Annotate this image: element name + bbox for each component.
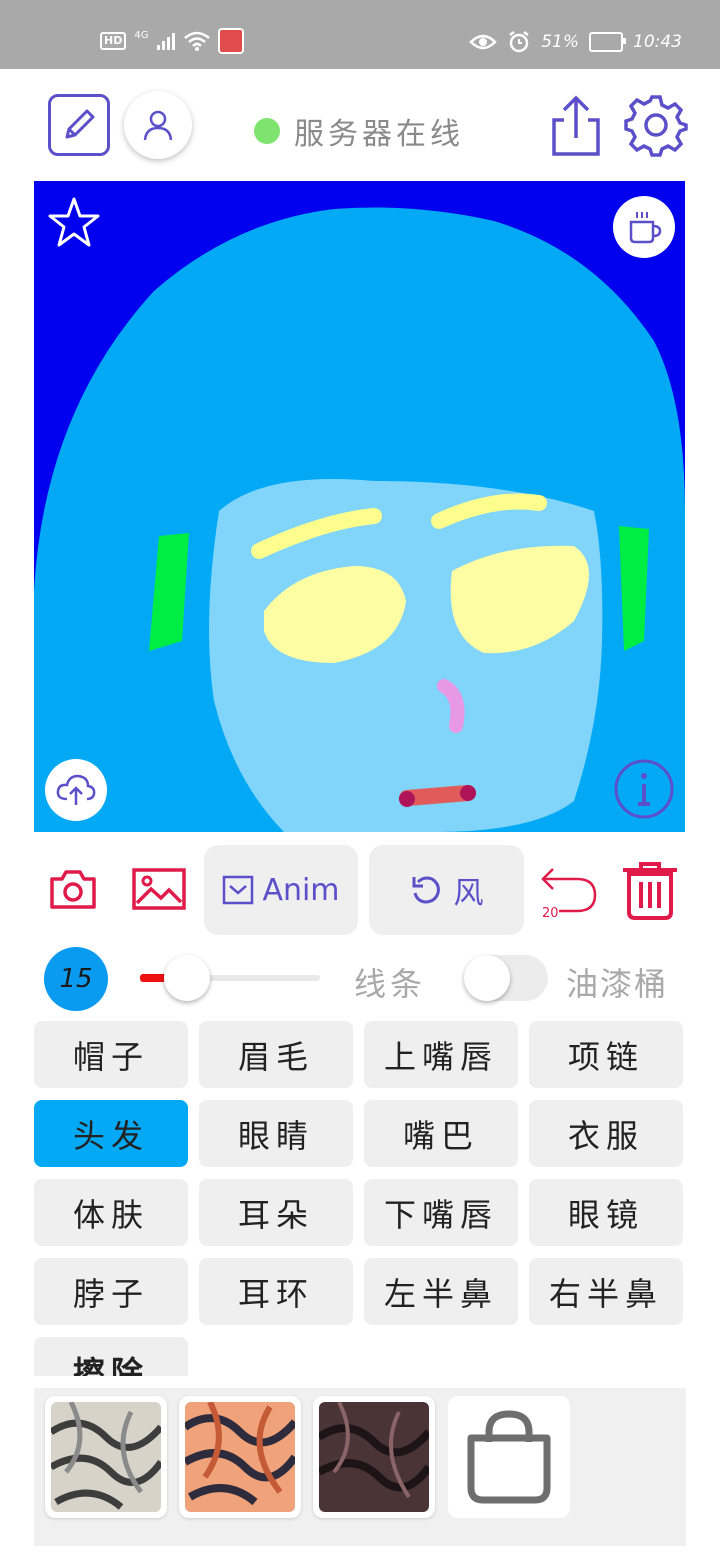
- part-button[interactable]: 眉毛: [199, 1021, 353, 1088]
- part-button[interactable]: 左半鼻: [364, 1258, 518, 1325]
- anim-label: Anim: [262, 872, 340, 908]
- shopping-bag-icon: [467, 1410, 551, 1504]
- brush-size-badge: 15: [44, 947, 108, 1011]
- camera-icon: [50, 870, 96, 909]
- style-reset-button[interactable]: 风: [369, 845, 524, 935]
- share-button[interactable]: [544, 91, 608, 161]
- signal-icon: [157, 33, 176, 50]
- texture-orange[interactable]: [179, 1396, 301, 1518]
- part-button[interactable]: 下嘴唇: [364, 1179, 518, 1246]
- anim-button[interactable]: Anim: [204, 845, 358, 935]
- part-button[interactable]: 衣服: [529, 1100, 683, 1167]
- status-left: HD 4G: [100, 28, 245, 54]
- part-button[interactable]: 项链: [529, 1021, 683, 1088]
- part-button[interactable]: 头发: [34, 1100, 188, 1167]
- status-right: 51% 10:43: [469, 30, 682, 54]
- part-button[interactable]: 眼睛: [199, 1100, 353, 1167]
- part-button[interactable]: 眼镜: [529, 1179, 683, 1246]
- info-button[interactable]: [613, 758, 675, 820]
- server-status-text: 服务器在线: [294, 117, 464, 152]
- clock: 10:43: [633, 32, 682, 52]
- info-icon: [614, 759, 674, 819]
- orange-texture-swatch: [185, 1402, 295, 1512]
- part-button[interactable]: 擦除: [34, 1337, 188, 1376]
- envelope-icon: [223, 875, 254, 905]
- pencil-icon: [65, 109, 95, 139]
- hd-badge: HD: [100, 32, 127, 50]
- brush-size-slider[interactable]: [140, 955, 320, 1001]
- status-dot: [254, 118, 280, 144]
- camera-button[interactable]: [46, 865, 100, 913]
- part-button[interactable]: 上嘴唇: [364, 1021, 518, 1088]
- bucket-mode-label: 油漆桶: [566, 965, 669, 1003]
- favorite-button[interactable]: [46, 195, 102, 251]
- mouth-shape: [399, 785, 476, 806]
- texture-dark[interactable]: [313, 1396, 435, 1518]
- undo-button[interactable]: 20: [538, 861, 600, 923]
- shop-button[interactable]: [448, 1396, 570, 1518]
- clear-button[interactable]: [618, 859, 682, 923]
- trash-icon: [623, 862, 677, 920]
- drawing: [34, 207, 685, 832]
- user-icon: [143, 110, 173, 141]
- top-toolbar: 服务器在线: [0, 69, 720, 181]
- settings-button[interactable]: [622, 91, 690, 159]
- star-icon: [48, 197, 100, 247]
- parts-grid: 帽子 眉毛 上嘴唇 项链头发 眼睛 嘴巴 衣服体肤 耳朵 下嘴唇 眼镜脖子 耳环 左半鼻 右半鼻擦除: [34, 1021, 685, 1376]
- part-button[interactable]: 耳朵: [199, 1179, 353, 1246]
- network-label: 4G: [134, 29, 149, 41]
- gear-icon: [624, 95, 688, 157]
- cloud-upload-button[interactable]: [45, 759, 107, 821]
- texture-silver[interactable]: [45, 1396, 167, 1518]
- coffee-cup-icon: [629, 212, 662, 244]
- status-bar: HD 4G 51% 10:43: [0, 0, 720, 69]
- edit-button[interactable]: [48, 94, 110, 156]
- user-button[interactable]: [124, 91, 192, 159]
- eye-icon: [469, 34, 497, 50]
- cloud-upload-icon: [56, 774, 96, 805]
- drawing-canvas[interactable]: [34, 181, 685, 832]
- coffee-button[interactable]: [613, 196, 675, 258]
- battery-icon: [589, 32, 626, 52]
- part-button[interactable]: 帽子: [34, 1021, 188, 1088]
- toggle-knob: [464, 955, 510, 1001]
- face-shape: [209, 479, 603, 832]
- rotate-icon: [412, 876, 440, 904]
- part-button[interactable]: 右半鼻: [529, 1258, 683, 1325]
- line-mode-label: 线条: [354, 965, 427, 1003]
- notification-icon: [218, 28, 245, 54]
- server-status: 服务器在线: [254, 109, 464, 153]
- dark-texture-swatch: [319, 1402, 429, 1512]
- action-row: Anim 风 20: [0, 843, 720, 937]
- slider-thumb[interactable]: [164, 955, 210, 1001]
- gallery-button[interactable]: [130, 865, 188, 913]
- wind-label: 风: [453, 876, 484, 911]
- part-button[interactable]: 耳环: [199, 1258, 353, 1325]
- texture-bar: [34, 1388, 686, 1546]
- bucket-toggle[interactable]: [464, 955, 548, 1001]
- part-button[interactable]: 嘴巴: [364, 1100, 518, 1167]
- silver-texture-swatch: [51, 1402, 161, 1512]
- part-button[interactable]: 脖子: [34, 1258, 188, 1325]
- wifi-icon: [184, 31, 211, 51]
- part-button[interactable]: 体肤: [34, 1179, 188, 1246]
- undo-count: 20: [542, 906, 559, 921]
- image-icon: [132, 868, 186, 910]
- share-icon: [552, 95, 600, 156]
- battery-percent: 51%: [541, 32, 579, 52]
- alarm-icon: [509, 31, 529, 53]
- brush-row: 15 线条 油漆桶: [0, 943, 720, 1015]
